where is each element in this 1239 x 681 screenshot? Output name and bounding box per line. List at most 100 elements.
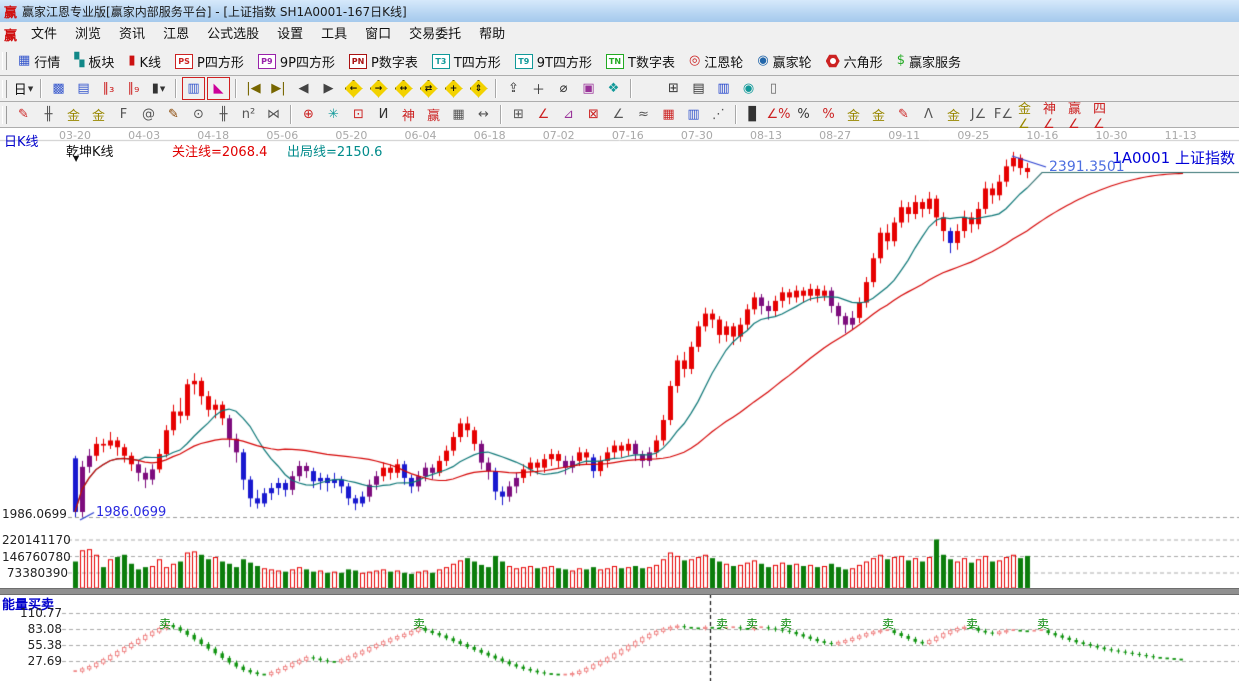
toolbar-button-kline[interactable]: ▮K线 (121, 48, 168, 74)
diamond-hexpand-icon[interactable]: ↔ (392, 77, 415, 100)
menu-item-1[interactable]: 浏览 (66, 22, 110, 47)
diamond-left-icon[interactable]: ← (342, 77, 365, 100)
star-circle-icon[interactable]: ✳ (322, 103, 345, 126)
menu-item-3[interactable]: 江恩 (154, 22, 198, 47)
menu-item-9[interactable]: 帮助 (470, 22, 514, 47)
panel-splitter[interactable] (0, 588, 1239, 595)
toolbar-button-p-number[interactable]: PNP数字表 (342, 48, 425, 74)
box-grid-icon[interactable]: ⊡ (347, 103, 370, 126)
menu-item-8[interactable]: 交易委托 (400, 22, 470, 47)
shen-grid-icon[interactable]: 神 (397, 103, 420, 126)
mini-kline3-icon[interactable]: ∥₃ (97, 77, 120, 100)
boxed-fan-icon[interactable]: ⊿ (557, 103, 580, 126)
menu-item-4[interactable]: 公式选股 (198, 22, 268, 47)
gann-fan-icon[interactable]: ∠ (532, 103, 555, 126)
toolbar-button-gann-wheel[interactable]: ◎江恩轮 (682, 48, 750, 74)
blue-grid-icon[interactable]: ▥ (682, 103, 705, 126)
win-angle-icon[interactable]: 赢∠ (1067, 103, 1090, 126)
crosshair-icon[interactable]: ＋ (527, 77, 550, 100)
save-icon[interactable]: ▥ (712, 77, 735, 100)
toolbar-button-sectors[interactable]: ▚板块 (67, 48, 121, 74)
gold-channel-icon[interactable]: 金 (942, 103, 965, 126)
toolbar-button-winner-service[interactable]: $赢家服务 (890, 48, 968, 74)
gold-lines-icon[interactable]: 金 (867, 103, 890, 126)
gold-angle-icon[interactable]: 金∠ (1017, 103, 1040, 126)
volume-profile-icon[interactable]: ◣ (207, 77, 230, 100)
four-angle-icon[interactable]: 四∠ (1092, 103, 1115, 126)
draw-pen-icon[interactable]: ✎ (12, 103, 35, 126)
gold-grid1-icon[interactable]: 金 (62, 103, 85, 126)
parallel-lines-icon[interactable]: ⋰ (707, 103, 730, 126)
diamond-expand-icon[interactable]: + (442, 77, 465, 100)
angle-line-icon[interactable]: ∠ (607, 103, 630, 126)
notes-icon[interactable]: ▤ (687, 77, 710, 100)
win-grid-icon[interactable]: 赢 (422, 103, 445, 126)
kline-chart-canvas[interactable] (0, 128, 1239, 681)
fib-grid-icon[interactable]: F (112, 103, 135, 126)
next-icon[interactable]: ▶ (317, 77, 340, 100)
toolbar-button-winner-wheel[interactable]: ◉赢家轮 (750, 48, 818, 74)
time-grid-icon[interactable]: ╫ (37, 103, 60, 126)
menu-item-5[interactable]: 设置 (268, 22, 312, 47)
data-globe-icon[interactable]: ◉ (737, 77, 760, 100)
f-angle-icon[interactable]: F∠ (992, 103, 1015, 126)
wave-mark-icon[interactable]: И (372, 103, 395, 126)
menu-item-0[interactable]: 文件 (22, 22, 66, 47)
red-grid-icon[interactable]: ▦ (657, 103, 680, 126)
calculator-icon[interactable]: ⊞ (662, 77, 685, 100)
candle-type-dropdown[interactable]: ▮▼ (147, 77, 170, 100)
toolbar-button-quotes-grid[interactable]: ▦行情 (11, 48, 67, 74)
kline-type-dropdown-icon[interactable]: ▼ (73, 154, 79, 163)
grid-123-icon[interactable]: ▦ (447, 103, 470, 126)
info-list-icon[interactable]: ▤ (72, 77, 95, 100)
export-icon[interactable]: ▯ (762, 77, 785, 100)
diamond-right-icon[interactable]: → (367, 77, 390, 100)
percent-line-icon[interactable]: % (817, 103, 840, 126)
gold-circle-icon[interactable]: 金 (842, 103, 865, 126)
window-grid-icon[interactable]: ⊞ (507, 103, 530, 126)
pen-ruler-icon[interactable]: ✎ (162, 103, 185, 126)
compress-icon[interactable]: ▣ (577, 77, 600, 100)
gold-grid2-icon[interactable]: 金 (87, 103, 110, 126)
skip-first-icon[interactable]: |◀ (242, 77, 265, 100)
prev-icon[interactable]: ◀ (292, 77, 315, 100)
toolbar-button-hexagon[interactable]: 六角形 (819, 48, 890, 74)
percent-icon[interactable]: % (792, 103, 815, 126)
panel-period-label[interactable]: 日K线 (4, 131, 39, 150)
j-angle-icon[interactable]: J∠ (967, 103, 990, 126)
percent-angle-icon[interactable]: ∠% (767, 103, 790, 126)
menu-item-6[interactable]: 工具 (312, 22, 356, 47)
diamond-swap-icon[interactable]: ⇄ (417, 77, 440, 100)
menu-item-2[interactable]: 资讯 (110, 22, 154, 47)
diamond-vexpand-icon[interactable]: ⇕ (467, 77, 490, 100)
mini-kline9-icon[interactable]: ∥₉ (122, 77, 145, 100)
knot-icon[interactable]: ❖ (602, 77, 625, 100)
tile-windows-icon[interactable]: ▩ (47, 77, 70, 100)
box-x-icon[interactable]: ⊠ (582, 103, 605, 126)
chip-chart-icon[interactable]: ▥ (182, 77, 205, 100)
dense-grid-icon[interactable]: ╫ (212, 103, 235, 126)
toolbar-button-9p-square[interactable]: P99P四方形 (251, 48, 342, 74)
n2-grid-icon[interactable]: n² (237, 103, 260, 126)
ink-pen-icon[interactable]: ✎ (892, 103, 915, 126)
wave-abc-icon[interactable]: Λ (917, 103, 940, 126)
toolbar-button-t-square[interactable]: T3T四方形 (425, 48, 508, 74)
calendar-21-icon[interactable] (637, 77, 660, 100)
menu-item-7[interactable]: 窗口 (356, 22, 400, 47)
icon-glyph: ▶ (324, 81, 334, 96)
zoom-measure-icon[interactable]: ⌀ (552, 77, 575, 100)
skip-last-icon[interactable]: ▶| (267, 77, 290, 100)
mirror-icon[interactable]: ⋈ (262, 103, 285, 126)
hrange-icon[interactable]: ↔ (472, 103, 495, 126)
toolbar-button-9t-square[interactable]: T99T四方形 (508, 48, 599, 74)
shen-angle-icon[interactable]: 神∠ (1042, 103, 1065, 126)
spiral-icon[interactable]: @ (137, 103, 160, 126)
zigzag-icon[interactable]: ≈ (632, 103, 655, 126)
toolbar-button-p-square[interactable]: PSP四方形 (168, 48, 251, 74)
circle-cross-icon[interactable]: ⊕ (297, 103, 320, 126)
hand-pan-icon[interactable]: ⇪ (502, 77, 525, 100)
cycle-clock-icon[interactable]: ⊙ (187, 103, 210, 126)
period-day-dropdown[interactable]: 日▼ (12, 77, 35, 100)
toolbar-button-t-number[interactable]: TNT数字表 (599, 48, 682, 74)
bar-stats-icon[interactable]: ▊ (742, 103, 765, 126)
